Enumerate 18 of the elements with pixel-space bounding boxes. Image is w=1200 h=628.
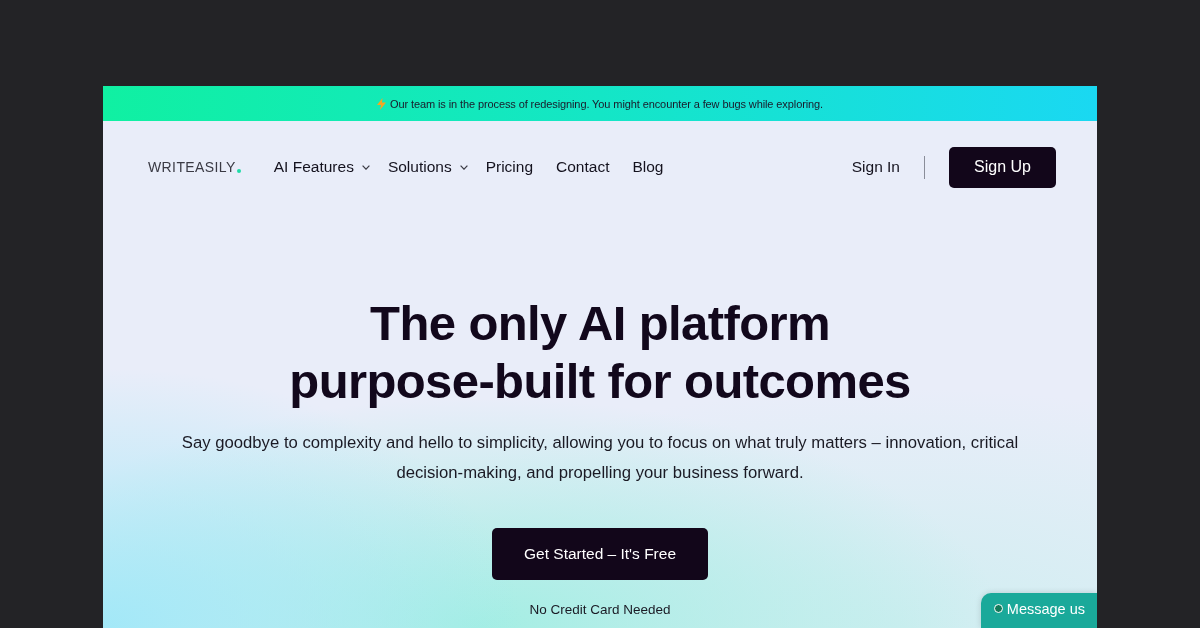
nav-link[interactable]: Blog [632, 158, 664, 176]
sign-in-link[interactable]: Sign In [851, 158, 900, 176]
sign-up-button[interactable]: Sign Up [949, 146, 1056, 188]
chevron-down-icon[interactable] [459, 164, 468, 170]
lightning-bolt-icon [376, 97, 386, 110]
nav-link[interactable]: AI Features [273, 158, 354, 176]
get-started-button[interactable]: Get Started – It's Free [492, 528, 708, 580]
no-credit-card-note: No Credit Card Needed [529, 601, 671, 619]
nav-link[interactable]: Solutions [387, 158, 452, 176]
brand-logo[interactable]: WRITEASILY [148, 160, 236, 174]
chevron-down-icon[interactable] [361, 164, 370, 170]
announcement-text: Our team is in the process of redesigning. You might encounter a few bugs while exploring. [389, 97, 824, 110]
status-ring-icon [993, 604, 1003, 613]
hero-heading: The only AI platform purpose-built for outcomes [288, 295, 912, 410]
nav-link[interactable]: Contact [556, 158, 610, 176]
logo-dot-icon [236, 169, 241, 173]
nav-link[interactable]: Pricing [485, 158, 534, 176]
hero-description: Say goodbye to complexity and hello to simplicity, allowing you to focus on what truly matters – innovation, critical decision-making, and propelling your business forward. [180, 432, 1020, 484]
